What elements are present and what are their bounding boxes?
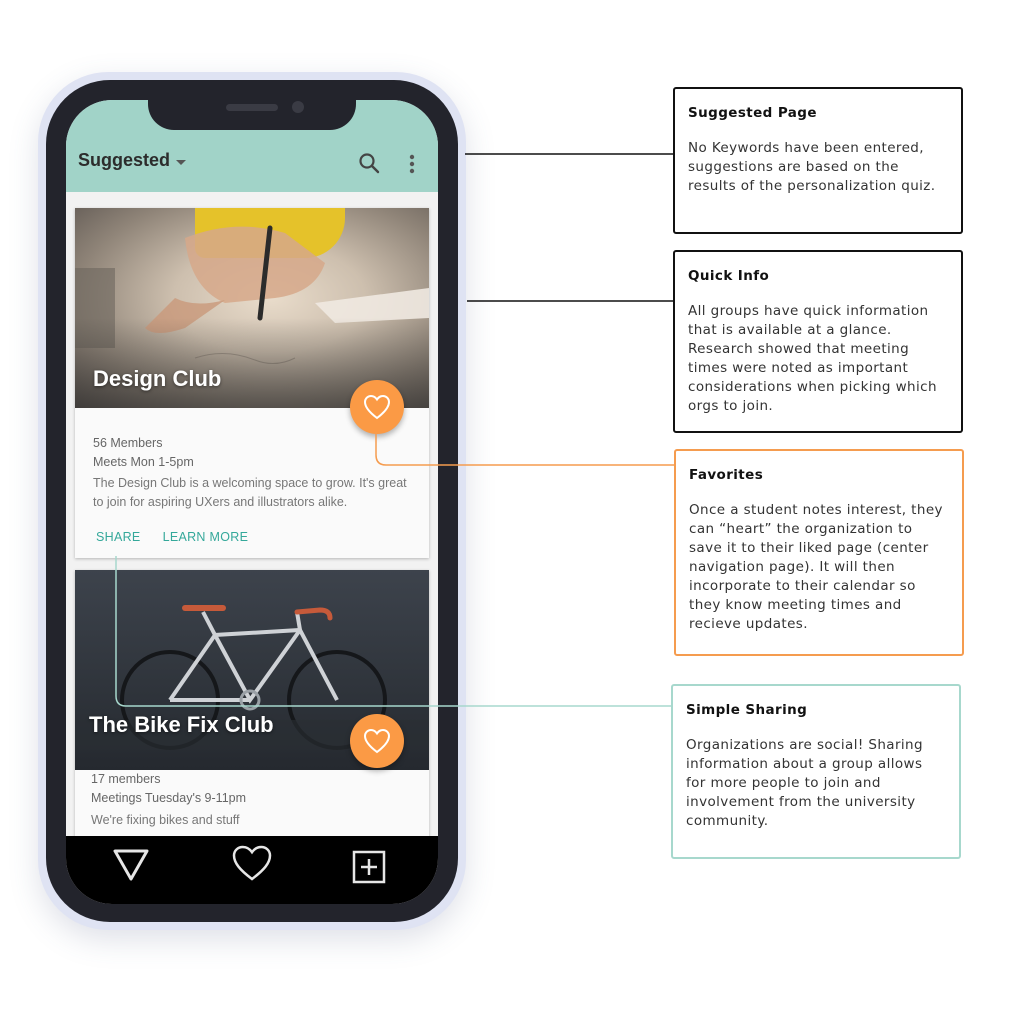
phone-notch — [148, 92, 356, 130]
card-title: Design Club — [93, 366, 222, 391]
annotation-body: No Keywords have been entered, suggestio… — [688, 140, 936, 194]
triangle-icon[interactable] — [112, 848, 150, 882]
meeting-time: Meets Mon 1-5pm — [93, 455, 194, 469]
card-title: The Bike Fix Club — [89, 712, 274, 737]
card-info: 56 Members Meets Mon 1-5pm The Design Cl… — [93, 434, 419, 512]
annotation-title: Quick Info — [688, 268, 770, 284]
annotation-title: Favorites — [689, 467, 764, 483]
card-hero-image: Design Club — [75, 208, 429, 408]
annotation-body: All groups have quick information that i… — [688, 303, 937, 414]
annotation-title: Suggested Page — [688, 105, 817, 121]
annotation-favorites: Favorites Once a student notes interest,… — [674, 449, 964, 656]
favorite-button[interactable] — [350, 714, 404, 768]
page-title: Suggested — [78, 150, 171, 170]
annotation-body: Once a student notes interest, they can … — [689, 502, 943, 632]
phone-speaker — [226, 104, 278, 111]
annotation-quick-info: Quick Info All groups have quick informa… — [673, 250, 963, 433]
bottom-navigation — [66, 836, 438, 904]
annotation-body: Organizations are social! Sharing inform… — [686, 737, 923, 829]
page-title-dropdown[interactable]: Suggested — [78, 150, 187, 171]
plus-square-icon[interactable] — [352, 850, 386, 884]
annotation-simple-sharing: Simple Sharing Organizations are social!… — [671, 684, 961, 859]
group-card-bike-fix-club[interactable]: The Bike Fix Club 17 members Meetings Tu… — [75, 570, 429, 870]
phone-screen: Suggested Design Club 56 Members Meets M… — [66, 100, 438, 904]
more-vert-icon[interactable] — [408, 154, 416, 174]
learn-more-button[interactable]: LEARN MORE — [163, 530, 249, 544]
search-icon[interactable] — [358, 152, 380, 174]
meeting-time: Meetings Tuesday's 9-11pm — [91, 791, 247, 805]
card-description: The Design Club is a welcoming space to … — [93, 476, 407, 509]
member-count: 17 members — [91, 772, 161, 786]
card-description: We're fixing bikes and stuff — [91, 813, 240, 827]
heart-icon — [363, 394, 391, 420]
phone-camera — [292, 101, 304, 113]
heart-icon — [363, 728, 391, 754]
group-card-design-club[interactable]: Design Club 56 Members Meets Mon 1-5pm T… — [75, 208, 429, 558]
heart-icon[interactable] — [231, 844, 273, 882]
annotation-title: Simple Sharing — [686, 702, 808, 718]
card-actions: SHARE LEARN MORE — [96, 530, 248, 544]
card-info: 17 members Meetings Tuesday's 9-11pm We'… — [91, 770, 417, 830]
chevron-down-icon — [176, 159, 187, 165]
favorite-button[interactable] — [350, 380, 404, 434]
annotation-suggested-page: Suggested Page No Keywords have been ent… — [673, 87, 963, 234]
share-button[interactable]: SHARE — [96, 530, 141, 544]
member-count: 56 Members — [93, 436, 163, 450]
